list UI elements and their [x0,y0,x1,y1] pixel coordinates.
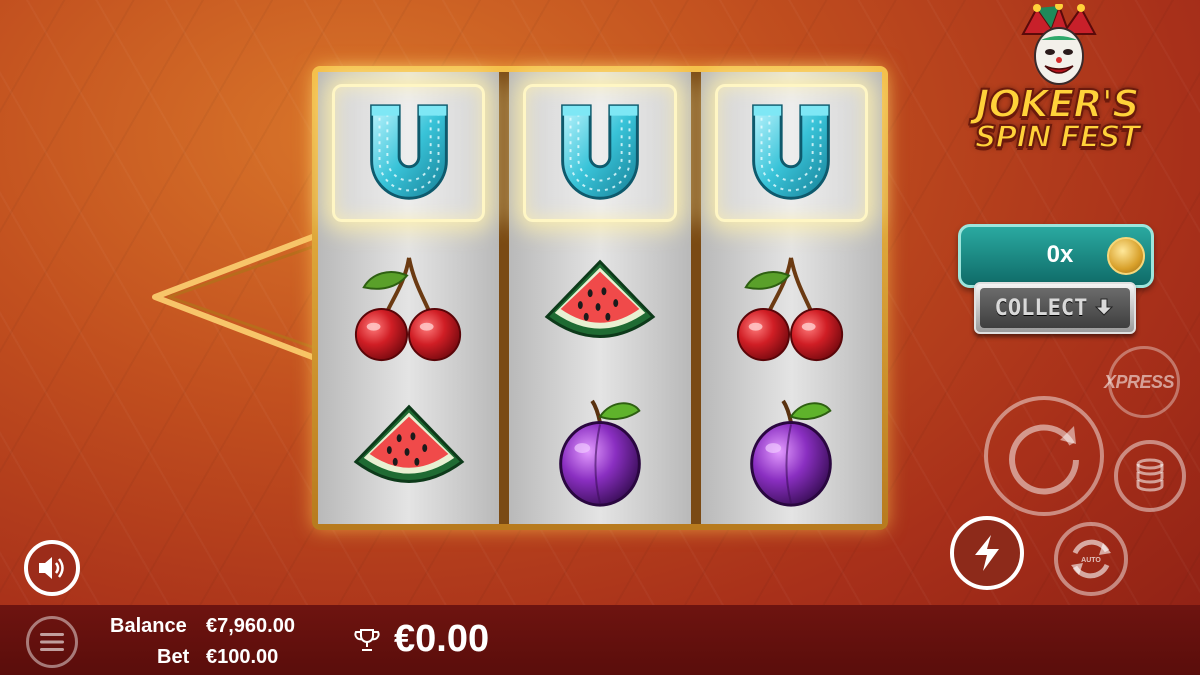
reel-cell-winning [523,84,677,222]
reel-cell-winning [332,84,486,222]
game-logo: JOKER'S SPIN FEST [962,4,1152,164]
sound-button[interactable] [24,540,80,596]
multiplier-panel: 0x [958,224,1154,288]
bet-label: Bet [157,646,190,668]
trophy-icon [354,629,380,651]
stake-button[interactable] [1114,440,1186,512]
watermelon-icon [541,248,659,366]
turbo-button[interactable] [950,516,1024,590]
hamburger-icon [40,633,64,651]
balance-label: Balance [110,615,187,637]
reel-cell [318,234,499,379]
plum-icon [732,393,850,511]
autoplay-icon: AUTO [1071,539,1111,579]
reel-1 [318,72,500,524]
speaker-icon [39,557,64,579]
win-amount: €0.00 [394,618,490,660]
multiplier-value: 0x [1046,241,1074,268]
reel-cell [509,379,690,524]
auto-label: AUTO [1081,557,1101,564]
pointer-arrow-icon [152,233,317,361]
bet-value: €100.00 [206,646,279,668]
reel-cell [701,379,882,524]
menu-button[interactable] [26,616,78,668]
horseshoe-icon [732,94,850,212]
reel-cell [318,379,499,524]
reel-cell [509,234,690,379]
autoplay-button[interactable]: AUTO [1054,522,1128,596]
watermelon-icon [350,393,468,511]
spin-button[interactable] [984,396,1104,516]
cherries-icon [732,248,850,366]
spin-arrow-icon [1009,424,1079,495]
logo-subtitle: SPIN FEST [974,119,1141,156]
balance-value: €7,960.00 [206,615,295,637]
cherries-icon [350,248,468,366]
coin-stack-icon [1107,237,1145,275]
reel-cell-winning [714,84,868,222]
collect-button[interactable]: COLLECT [974,282,1136,334]
reel-cell [701,234,882,379]
joker-icon [1021,4,1097,85]
reel-3 [700,72,882,524]
collect-label: COLLECT [994,295,1088,321]
reels-area [318,72,882,524]
coin-stack-icon [1136,458,1164,492]
collect-button-face: COLLECT [980,288,1130,328]
plum-icon [541,393,659,511]
lightning-icon [975,535,999,571]
reel-frame [312,66,888,530]
horseshoe-icon [541,94,659,212]
horseshoe-icon [350,94,468,212]
xpress-button[interactable]: XPRESS [1096,346,1182,418]
reel-2 [509,72,691,524]
xpress-ring [1108,346,1180,418]
download-arrow-icon [1095,298,1114,316]
